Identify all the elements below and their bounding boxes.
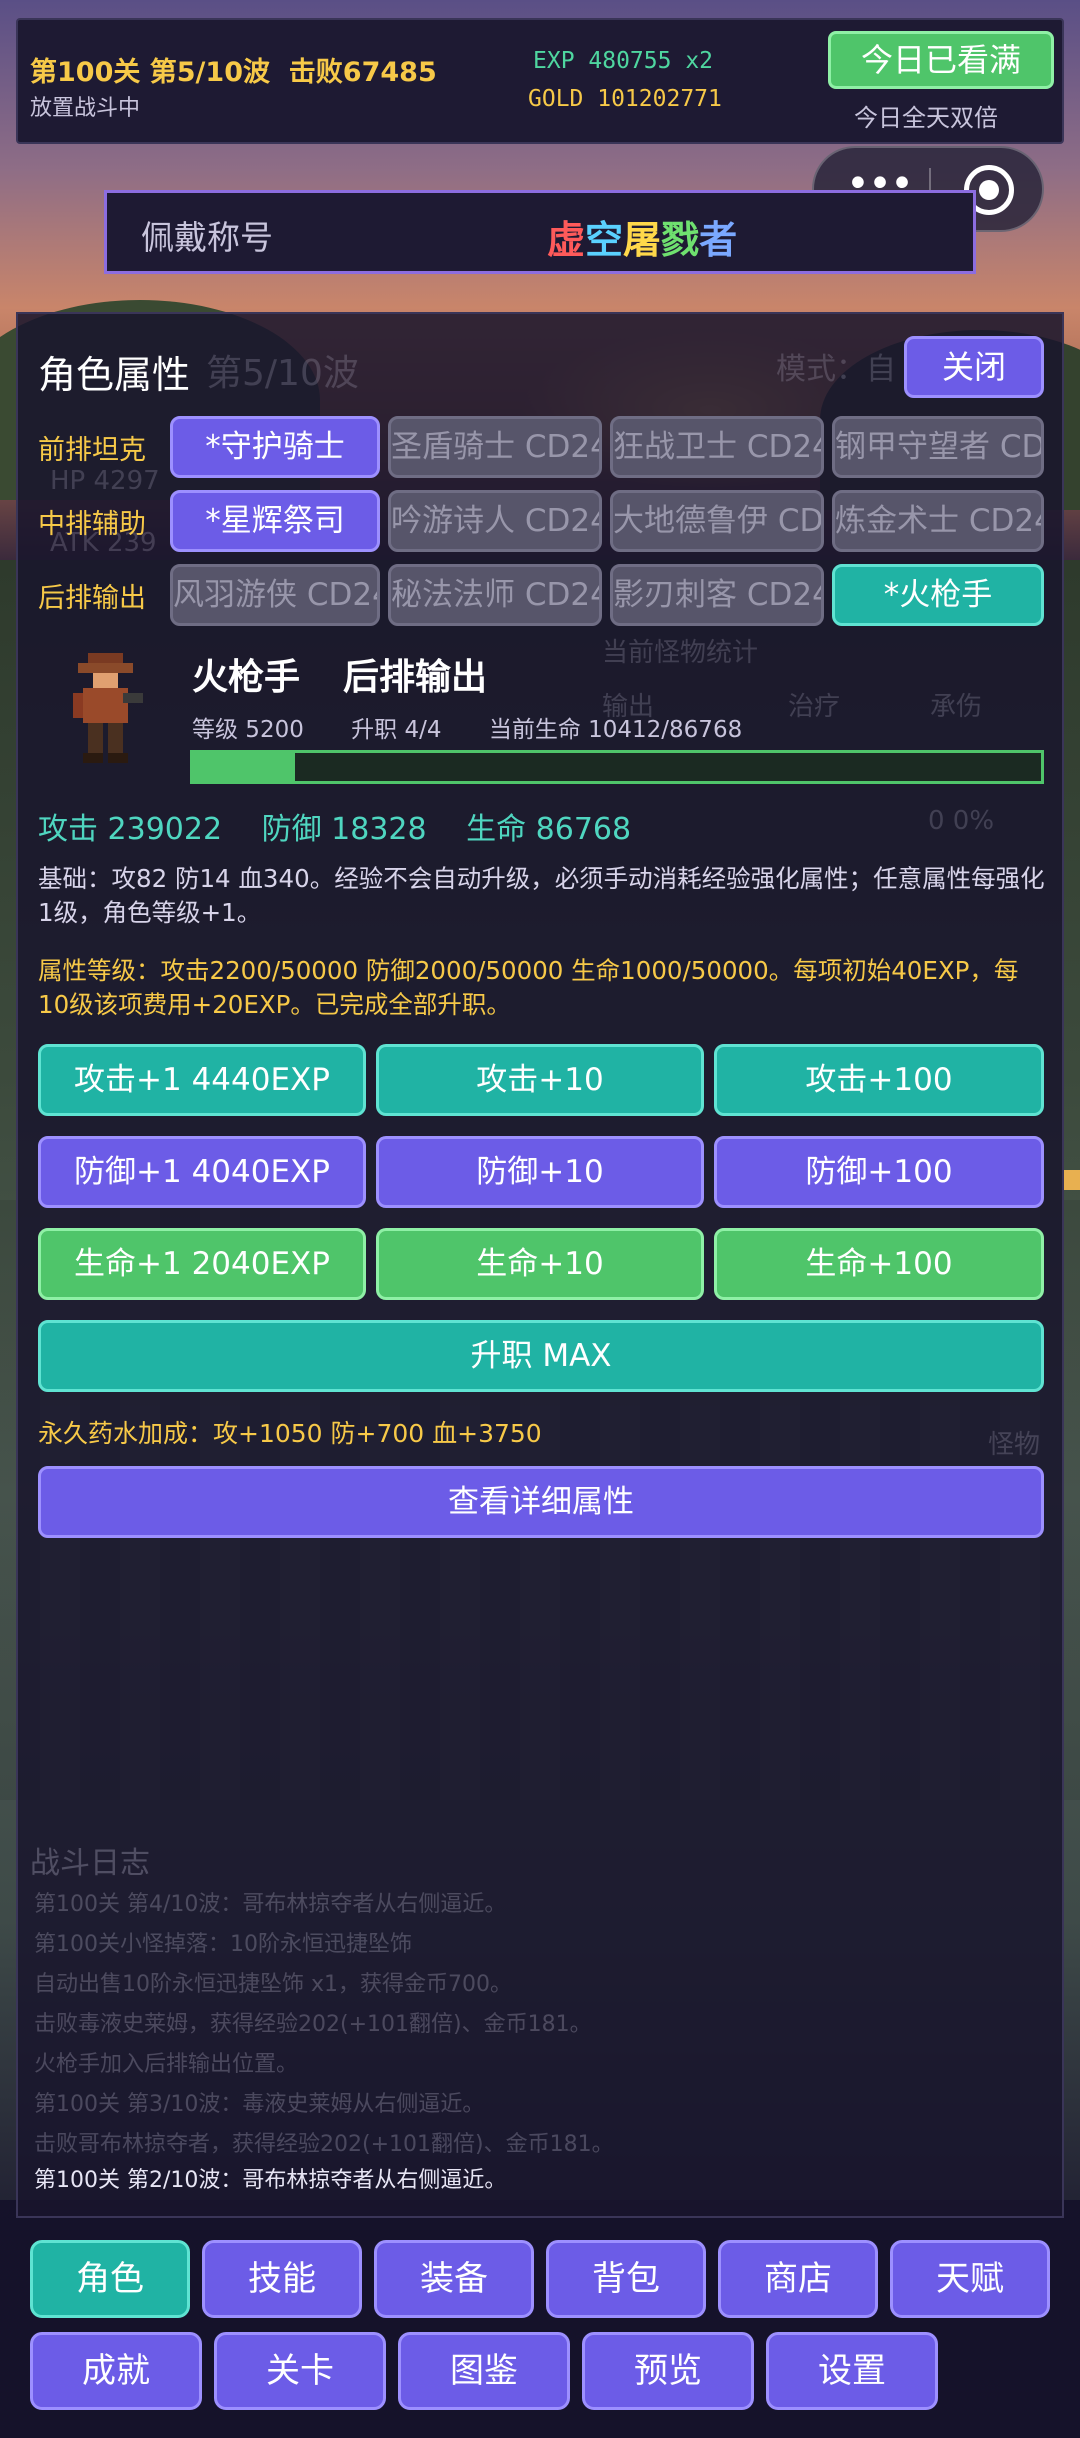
base-description: 基础：攻82 防14 血340。经验不会自动升级，必须手动消耗经验强化属性；任意… <box>38 864 1045 927</box>
character-hp: 当前生命 10412/86768 <box>488 717 743 743</box>
log-line: 第100关 第2/10波：哥布林掠夺者从右侧逼近。 <box>34 2168 507 2193</box>
top-hud: 第100关 第5/10波 击败67485 放置战斗中 EXP 480755 x2… <box>16 18 1064 144</box>
kill-count: 击败67485 <box>288 57 437 88</box>
class-chip-earth-druid[interactable]: 大地德鲁伊 CD24 <box>610 490 824 552</box>
exp-counter: EXP 480755 x2 <box>533 48 714 74</box>
nav-tab-talent[interactable]: 天赋 <box>890 2240 1050 2318</box>
class-chip-arcane-mage[interactable]: 秘法法师 CD24 <box>388 564 602 626</box>
gold-counter: GOLD 101202771 <box>528 86 722 112</box>
character-level: 等级 5200 <box>192 717 304 743</box>
class-chip-shadow-assassin[interactable]: 影刃刺客 CD24 <box>610 564 824 626</box>
panel-title: 角色属性 <box>38 353 191 397</box>
title-char: 空 <box>585 218 624 262</box>
title-char: 者 <box>699 218 738 262</box>
nav-tab-shop[interactable]: 商店 <box>718 2240 878 2318</box>
title-char: 戮 <box>661 218 700 262</box>
nav-tab-backpack[interactable]: 背包 <box>546 2240 706 2318</box>
log-line: 自动出售10阶永恒迅捷坠饰 x1，获得金币700。 <box>34 1972 512 1997</box>
battle-log-title: 战斗日志 <box>30 1846 150 1881</box>
stat-attack: 攻击 239022 <box>38 812 223 847</box>
daily-ads-full-button[interactable]: 今日已看满 <box>828 31 1054 89</box>
stage-info: 第100关 第5/10波 击败67485 <box>30 50 437 89</box>
title-char: 虚 <box>547 218 586 262</box>
upgrade-attack-1-button[interactable]: 攻击+1 4440EXP <box>38 1044 366 1116</box>
class-chip-star-priest[interactable]: *星辉祭司 <box>170 490 380 552</box>
ghost-monster-stats: 当前怪物统计 <box>602 638 759 668</box>
log-line: 第100关 第4/10波：哥布林掠夺者从右侧逼近。 <box>34 1892 507 1917</box>
ghost-tab-heal: 治疗 <box>788 692 841 722</box>
class-chip-steel-warden[interactable]: 钢甲守望者 CD24 <box>832 416 1044 478</box>
core-stats: 攻击 239022 防御 18328 生命 86768 <box>38 804 661 848</box>
nav-tab-achievements[interactable]: 成就 <box>30 2332 202 2410</box>
row-label-back: 后排输出 <box>38 583 146 614</box>
ghost-monster-label: 怪物 <box>988 1430 1041 1460</box>
hp-bar <box>190 750 1044 784</box>
potion-bonus: 永久药水加成：攻+1050 防+700 血+3750 <box>38 1419 542 1448</box>
equipped-title-bar: 佩戴称号 虚空屠戮者 <box>104 190 976 274</box>
stat-defense: 防御 18328 <box>261 812 427 847</box>
class-chip-bard[interactable]: 吟游诗人 CD24 <box>388 490 602 552</box>
character-promotion: 升职 4/4 <box>351 717 442 743</box>
equipped-title-label: 佩戴称号 <box>141 218 273 257</box>
battle-status: 放置战斗中 <box>30 96 141 121</box>
class-chip-alchemist[interactable]: 炼金术士 CD24 <box>832 490 1044 552</box>
ghost-mode-text: 模式：自 <box>776 352 896 387</box>
stage-wave: 第100关 第5/10波 <box>30 57 270 88</box>
ghost-tab-tank: 承伤 <box>930 692 983 722</box>
upgrade-defense-1-button[interactable]: 防御+1 4040EXP <box>38 1136 366 1208</box>
close-button[interactable]: 关闭 <box>904 336 1044 398</box>
ghost-percent: 0 0% <box>928 806 995 836</box>
class-chip-holy-shield-knight[interactable]: 圣盾骑士 CD24 <box>388 416 602 478</box>
title-char: 屠 <box>623 218 662 262</box>
view-details-button[interactable]: 查看详细属性 <box>38 1466 1044 1538</box>
class-chip-berserker-guard[interactable]: 狂战卫士 CD24 <box>610 416 824 478</box>
ghost-hp-text: HP 4297 <box>50 466 160 496</box>
hp-bar-fill <box>193 753 295 781</box>
upgrade-defense-100-button[interactable]: 防御+100 <box>714 1136 1044 1208</box>
nav-tab-codex[interactable]: 图鉴 <box>398 2332 570 2410</box>
class-chip-guardian-knight[interactable]: *守护骑士 <box>170 416 380 478</box>
nav-tab-preview[interactable]: 预览 <box>582 2332 754 2410</box>
character-stats-line: 等级 5200 升职 4/4 当前生命 10412/86768 <box>192 710 782 744</box>
class-chip-musketeer[interactable]: *火枪手 <box>832 564 1044 626</box>
upgrade-defense-10-button[interactable]: 防御+10 <box>376 1136 704 1208</box>
nav-tab-settings[interactable]: 设置 <box>766 2332 938 2410</box>
log-line: 第100关 第3/10波：毒液史莱姆从右侧逼近。 <box>34 2092 485 2117</box>
upgrade-attack-100-button[interactable]: 攻击+100 <box>714 1044 1044 1116</box>
upgrade-attack-10-button[interactable]: 攻击+10 <box>376 1044 704 1116</box>
musketeer-avatar <box>73 653 143 763</box>
upgrade-health-10-button[interactable]: 生命+10 <box>376 1228 704 1300</box>
promote-button[interactable]: 升职 MAX <box>38 1320 1044 1392</box>
row-label-middle: 中排辅助 <box>38 509 146 540</box>
equipped-title-value: 虚空屠戮者 <box>547 209 737 264</box>
ghost-wave-text: 第5/10波 <box>206 353 359 394</box>
character-name: 火枪手 <box>192 657 301 698</box>
nav-tab-stages[interactable]: 关卡 <box>214 2332 386 2410</box>
log-line: 第100关小怪掉落：10阶永恒迅捷坠饰 <box>34 1932 412 1957</box>
upgrade-health-100-button[interactable]: 生命+100 <box>714 1228 1044 1300</box>
log-line: 击败毒液史莱姆，获得经验202(+101翻倍)、金币181。 <box>34 2012 592 2037</box>
nav-tab-character[interactable]: 角色 <box>30 2240 190 2318</box>
character-role: 后排输出 <box>343 657 488 698</box>
double-reward-label: 今日全天双倍 <box>854 104 998 132</box>
class-chip-wind-ranger[interactable]: 风羽游侠 CD24 <box>170 564 380 626</box>
row-label-front: 前排坦克 <box>38 435 146 466</box>
stat-health: 生命 86768 <box>466 812 632 847</box>
log-line: 击败哥布林掠夺者，获得经验202(+101翻倍)、金币181。 <box>34 2132 614 2157</box>
log-line: 火枪手加入后排输出位置。 <box>34 2052 299 2077</box>
torch-icon <box>1064 1170 1080 1190</box>
nav-tab-skills[interactable]: 技能 <box>202 2240 362 2318</box>
level-description: 属性等级：攻击2200/50000 防御2000/50000 生命1000/50… <box>38 956 1019 1019</box>
nav-tab-equipment[interactable]: 装备 <box>374 2240 534 2318</box>
upgrade-health-1-button[interactable]: 生命+1 2040EXP <box>38 1228 366 1300</box>
